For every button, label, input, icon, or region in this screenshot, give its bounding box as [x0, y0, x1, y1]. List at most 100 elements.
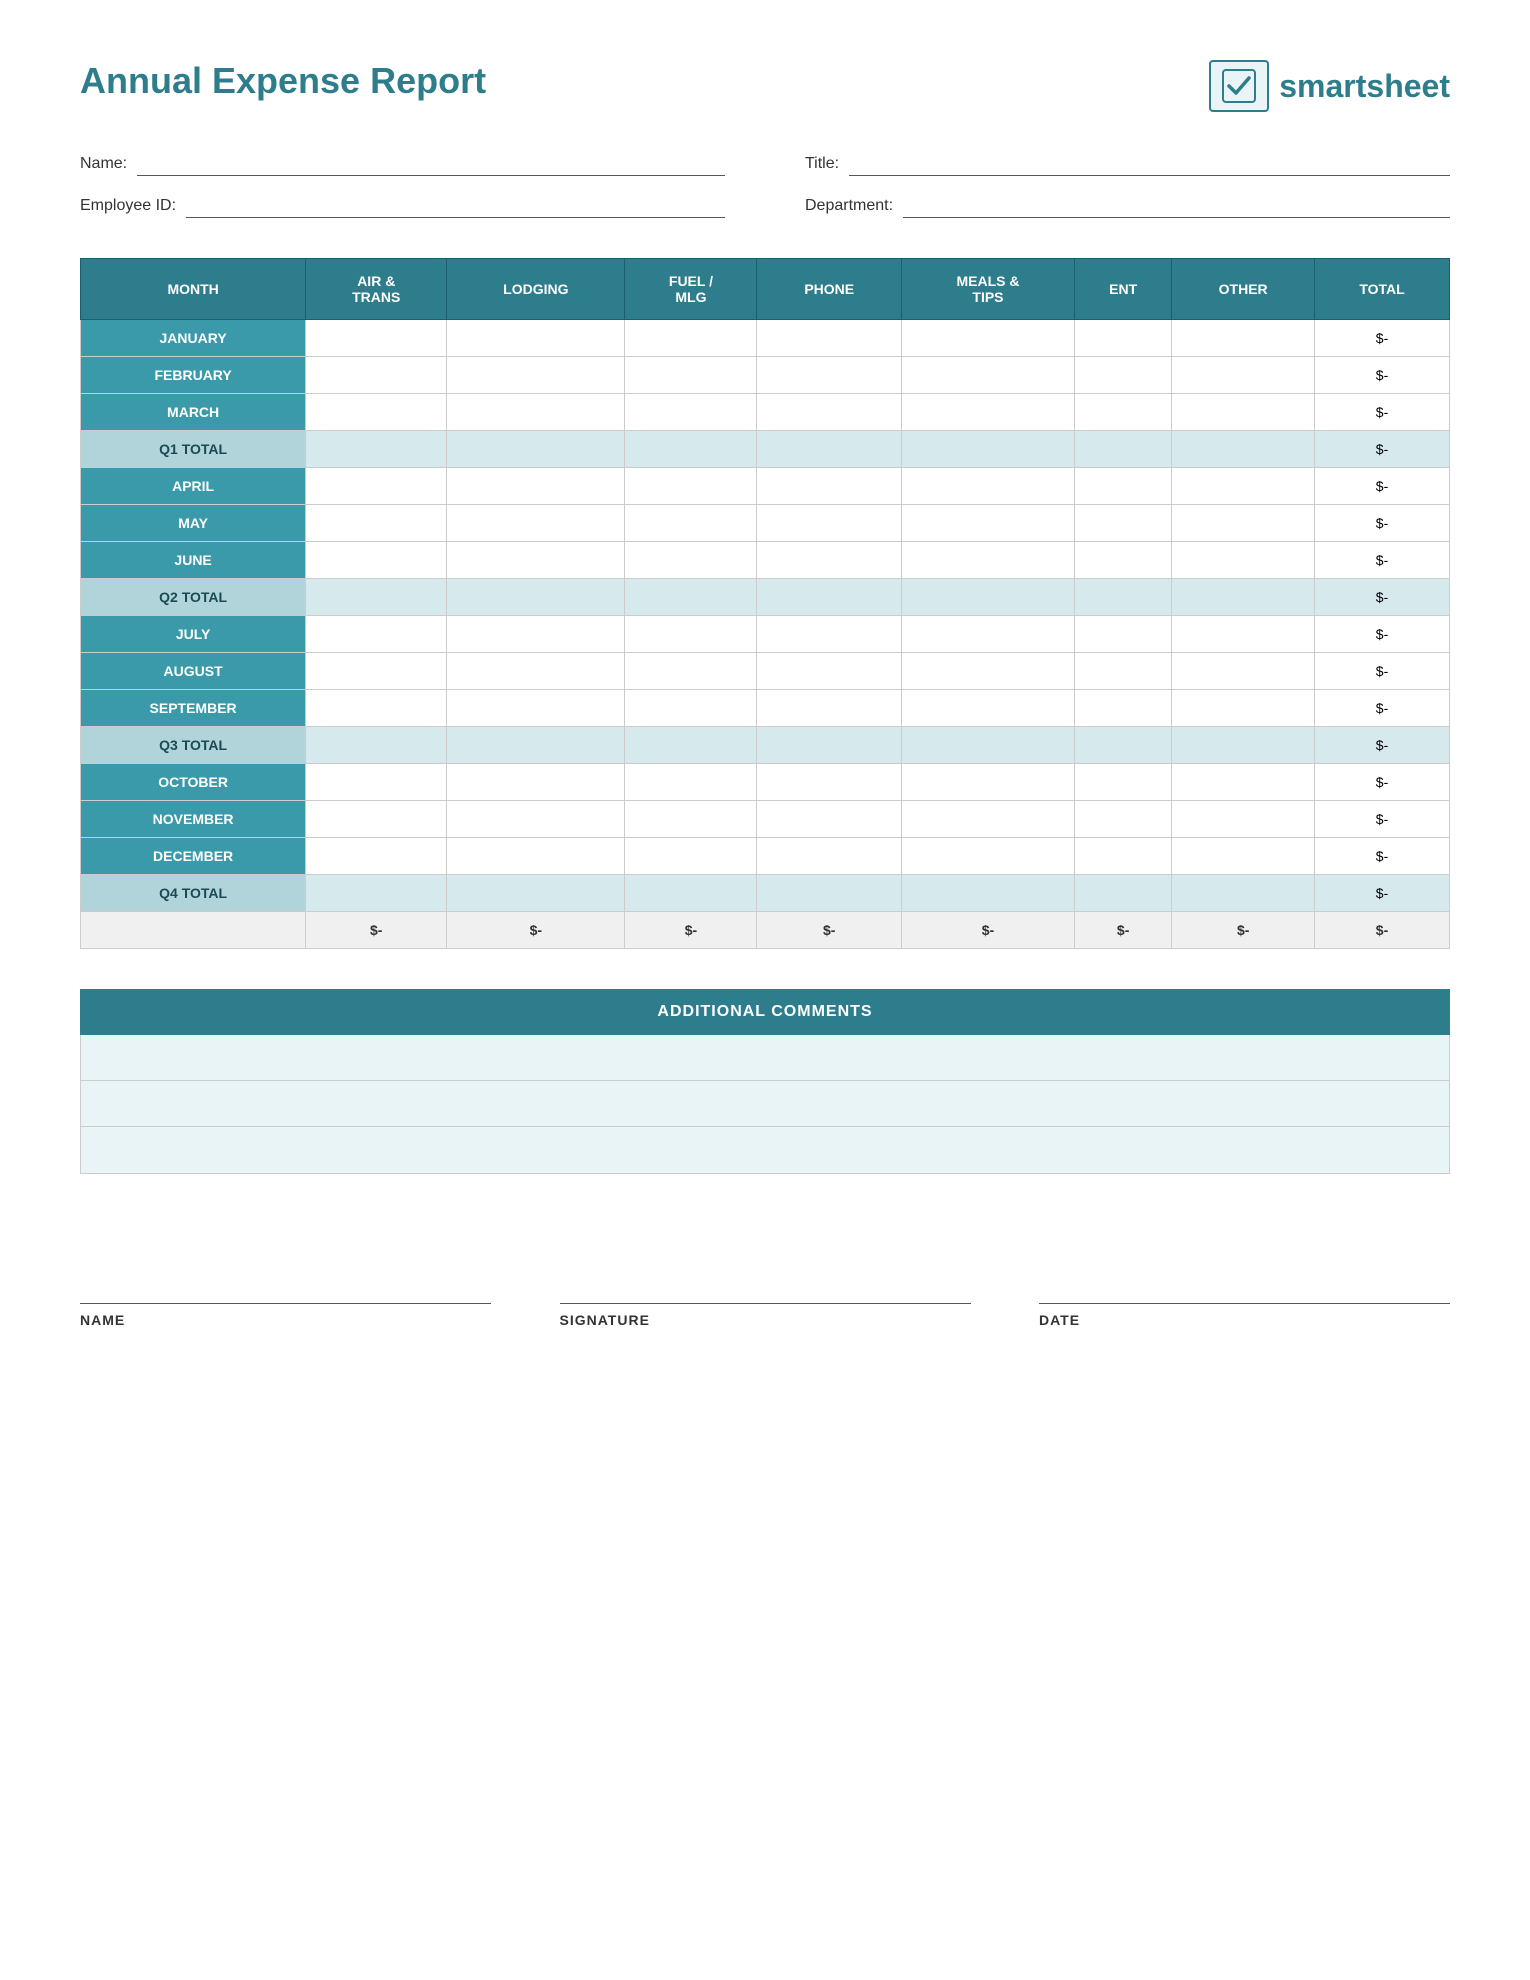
- data-cell[interactable]: [1074, 357, 1171, 394]
- data-cell[interactable]: [447, 727, 625, 764]
- data-cell[interactable]: [1172, 505, 1315, 542]
- data-cell[interactable]: [757, 542, 901, 579]
- data-cell[interactable]: [447, 838, 625, 875]
- data-cell[interactable]: [901, 505, 1074, 542]
- data-cell[interactable]: [306, 801, 447, 838]
- data-cell[interactable]: [447, 801, 625, 838]
- data-cell[interactable]: [901, 838, 1074, 875]
- data-cell[interactable]: [1172, 801, 1315, 838]
- data-cell[interactable]: [306, 468, 447, 505]
- data-cell[interactable]: [625, 579, 757, 616]
- data-cell[interactable]: [1172, 838, 1315, 875]
- data-cell[interactable]: [1074, 838, 1171, 875]
- data-cell[interactable]: [625, 801, 757, 838]
- data-cell[interactable]: [306, 394, 447, 431]
- data-cell[interactable]: [901, 394, 1074, 431]
- data-cell[interactable]: [757, 764, 901, 801]
- data-cell[interactable]: [1074, 690, 1171, 727]
- data-cell[interactable]: [306, 431, 447, 468]
- data-cell[interactable]: [625, 357, 757, 394]
- data-cell[interactable]: [901, 875, 1074, 912]
- data-cell[interactable]: [447, 579, 625, 616]
- data-cell[interactable]: [1172, 875, 1315, 912]
- data-cell[interactable]: [625, 727, 757, 764]
- data-cell[interactable]: [306, 838, 447, 875]
- data-cell[interactable]: [1172, 431, 1315, 468]
- data-cell[interactable]: [1074, 616, 1171, 653]
- data-cell[interactable]: [625, 320, 757, 357]
- department-field[interactable]: Department:: [805, 194, 1450, 218]
- data-cell[interactable]: [447, 875, 625, 912]
- data-cell[interactable]: [1074, 579, 1171, 616]
- data-cell[interactable]: [1074, 875, 1171, 912]
- data-cell[interactable]: [1074, 431, 1171, 468]
- data-cell[interactable]: [1172, 394, 1315, 431]
- data-cell[interactable]: [1074, 542, 1171, 579]
- employee-id-input[interactable]: [186, 194, 725, 218]
- data-cell[interactable]: [1172, 357, 1315, 394]
- data-cell[interactable]: [901, 542, 1074, 579]
- data-cell[interactable]: [757, 875, 901, 912]
- data-cell[interactable]: [447, 431, 625, 468]
- data-cell[interactable]: [306, 690, 447, 727]
- data-cell[interactable]: [1074, 764, 1171, 801]
- data-cell[interactable]: [625, 468, 757, 505]
- data-cell[interactable]: [306, 357, 447, 394]
- data-cell[interactable]: [901, 764, 1074, 801]
- data-cell[interactable]: [1172, 653, 1315, 690]
- data-cell[interactable]: [625, 653, 757, 690]
- data-cell[interactable]: [1172, 764, 1315, 801]
- data-cell[interactable]: [1172, 727, 1315, 764]
- data-cell[interactable]: [1074, 320, 1171, 357]
- data-cell[interactable]: [447, 690, 625, 727]
- data-cell[interactable]: [901, 431, 1074, 468]
- data-cell[interactable]: [306, 320, 447, 357]
- data-cell[interactable]: [306, 727, 447, 764]
- data-cell[interactable]: [1172, 542, 1315, 579]
- data-cell[interactable]: [757, 320, 901, 357]
- data-cell[interactable]: [901, 690, 1074, 727]
- data-cell[interactable]: [625, 616, 757, 653]
- data-cell[interactable]: [306, 653, 447, 690]
- data-cell[interactable]: [757, 468, 901, 505]
- data-cell[interactable]: [1074, 468, 1171, 505]
- data-cell[interactable]: [901, 727, 1074, 764]
- data-cell[interactable]: [447, 468, 625, 505]
- data-cell[interactable]: [901, 801, 1074, 838]
- department-input[interactable]: [903, 194, 1450, 218]
- comments-line-3[interactable]: [81, 1127, 1449, 1173]
- data-cell[interactable]: [625, 875, 757, 912]
- data-cell[interactable]: [625, 764, 757, 801]
- data-cell[interactable]: [306, 875, 447, 912]
- data-cell[interactable]: [1172, 579, 1315, 616]
- data-cell[interactable]: [447, 505, 625, 542]
- data-cell[interactable]: [447, 542, 625, 579]
- data-cell[interactable]: [901, 579, 1074, 616]
- comments-line-1[interactable]: [81, 1035, 1449, 1081]
- data-cell[interactable]: [447, 764, 625, 801]
- data-cell[interactable]: [1172, 616, 1315, 653]
- data-cell[interactable]: [1172, 690, 1315, 727]
- data-cell[interactable]: [447, 616, 625, 653]
- data-cell[interactable]: [1074, 505, 1171, 542]
- data-cell[interactable]: [757, 505, 901, 542]
- data-cell[interactable]: [306, 579, 447, 616]
- data-cell[interactable]: [625, 505, 757, 542]
- data-cell[interactable]: [901, 320, 1074, 357]
- data-cell[interactable]: [757, 579, 901, 616]
- employee-id-field[interactable]: Employee ID:: [80, 194, 725, 218]
- data-cell[interactable]: [306, 764, 447, 801]
- data-cell[interactable]: [901, 357, 1074, 394]
- name-input[interactable]: [137, 152, 725, 176]
- data-cell[interactable]: [901, 653, 1074, 690]
- data-cell[interactable]: [625, 431, 757, 468]
- name-field[interactable]: Name:: [80, 152, 725, 176]
- data-cell[interactable]: [1074, 653, 1171, 690]
- data-cell[interactable]: [757, 431, 901, 468]
- data-cell[interactable]: [757, 690, 901, 727]
- data-cell[interactable]: [447, 394, 625, 431]
- data-cell[interactable]: [447, 357, 625, 394]
- data-cell[interactable]: [757, 653, 901, 690]
- data-cell[interactable]: [901, 468, 1074, 505]
- data-cell[interactable]: [625, 394, 757, 431]
